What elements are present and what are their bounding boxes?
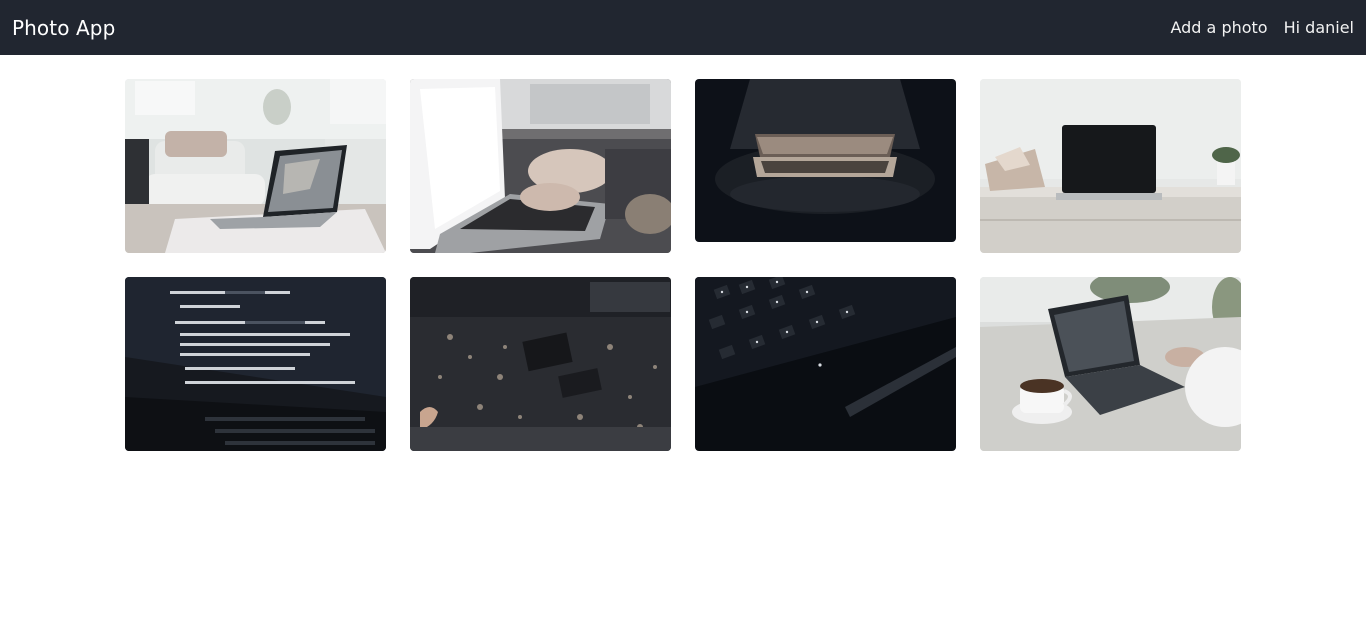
circuit-board-image [410,277,671,451]
user-greeting-link[interactable]: Hi daniel [1284,18,1354,37]
photo-card[interactable] [125,277,386,451]
photo-card[interactable] [695,79,956,242]
code-screen-image [125,277,386,451]
navbar: Photo App Add a photo Hi daniel [0,0,1366,55]
photo-card[interactable] [125,79,386,253]
photo-card[interactable] [980,277,1241,451]
photo-card[interactable] [695,277,956,451]
add-photo-link[interactable]: Add a photo [1170,18,1267,37]
macbook-white-desk-image [980,79,1241,253]
hands-typing-image [410,79,671,253]
photo-card[interactable] [980,79,1241,253]
laptop-dark-lamp-image [695,79,956,242]
laptop-coffee-image [980,277,1241,451]
backlit-keyboard-image [695,277,956,451]
laptop-living-room-image [125,79,386,253]
brand-link[interactable]: Photo App [12,16,115,40]
photo-card[interactable] [410,277,671,451]
navbar-right: Add a photo Hi daniel [1154,18,1354,37]
photo-card[interactable] [410,79,671,253]
photo-gallery [125,79,1241,451]
